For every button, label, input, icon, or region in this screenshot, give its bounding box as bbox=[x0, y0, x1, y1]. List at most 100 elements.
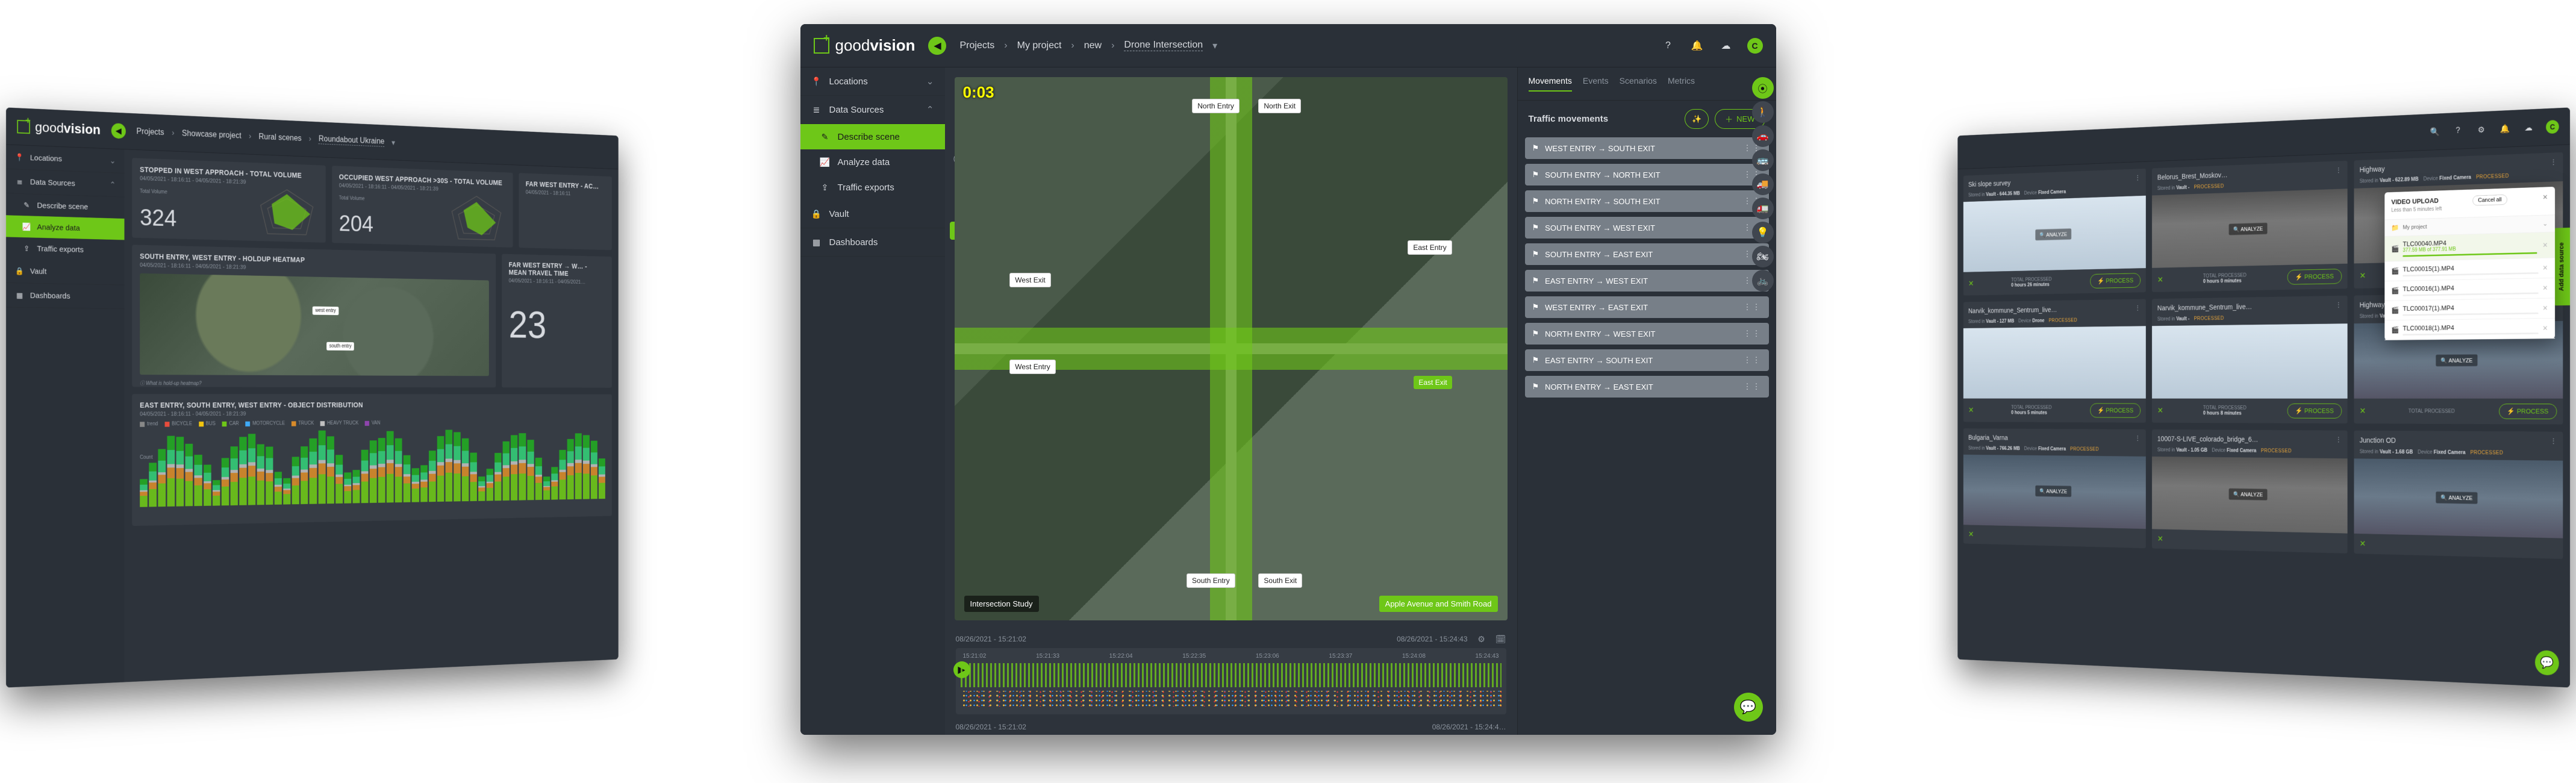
crumb-3[interactable]: Roundabout Ukraine bbox=[319, 135, 384, 147]
filter-bus-icon[interactable]: 🚌 bbox=[1752, 149, 1774, 171]
crumb-projects[interactable]: Projects bbox=[137, 127, 164, 137]
sidebar-vault[interactable]: 🔒Vault bbox=[800, 200, 945, 228]
filter-all-icon[interactable]: ⦿ bbox=[1752, 77, 1774, 99]
movement-item[interactable]: ⚑SOUTH ENTRY → NORTH EXIT⋮⋮ bbox=[1525, 164, 1769, 186]
movement-item[interactable]: ⚑NORTH ENTRY → EAST EXIT⋮⋮ bbox=[1525, 376, 1769, 398]
add-datasource-tab[interactable]: Add data source bbox=[2553, 228, 2570, 305]
sidebar-item-exports[interactable]: ⇪Traffic exports bbox=[800, 175, 945, 200]
analyze-tag[interactable]: 🔍 ANALYZE bbox=[2035, 485, 2071, 497]
movement-item[interactable]: ⚑NORTH ENTRY → SOUTH EXIT⋮⋮ bbox=[1525, 190, 1769, 212]
logo[interactable]: goodvision bbox=[814, 36, 915, 55]
more-icon[interactable]: ⋮ bbox=[2335, 301, 2342, 309]
source-card[interactable]: 10007-S-LIVE_colorado_bridge_6…⋮Stored i… bbox=[2152, 429, 2347, 554]
search-icon[interactable]: 🔍 bbox=[2428, 125, 2441, 139]
lbl-south-entry[interactable]: South Entry bbox=[1187, 573, 1235, 588]
sidebar-item-exports[interactable]: ⇪Traffic exports bbox=[6, 237, 124, 261]
remove-icon[interactable]: ✕ bbox=[1968, 405, 1974, 415]
close-icon[interactable]: ✕ bbox=[2542, 193, 2548, 202]
card-heatmap[interactable]: SOUTH ENTRY, WEST ENTRY - HOLDUP HEATMAP… bbox=[132, 245, 496, 387]
cancel-file-icon[interactable]: ✕ bbox=[2542, 264, 2548, 272]
remove-icon[interactable]: ✕ bbox=[2157, 534, 2163, 544]
cancel-all-button[interactable]: Cancel all bbox=[2472, 195, 2507, 206]
filter-heavy-icon[interactable]: 🚛 bbox=[1752, 198, 1774, 219]
remove-icon[interactable]: ✕ bbox=[2157, 275, 2163, 285]
intersection-viewport[interactable]: 0:03 North Entry North Exit East Entry E… bbox=[955, 77, 1508, 620]
tab-metrics[interactable]: Metrics bbox=[1668, 76, 1695, 92]
movement-item[interactable]: ⚑SOUTH ENTRY → WEST EXIT⋮⋮ bbox=[1525, 217, 1769, 239]
nav-back-button[interactable]: ◀ bbox=[928, 37, 946, 55]
lbl-south-exit[interactable]: South Exit bbox=[1258, 573, 1302, 588]
remove-icon[interactable]: ✕ bbox=[2360, 538, 2366, 549]
avatar[interactable]: C bbox=[2546, 120, 2559, 134]
tab-movements[interactable]: Movements bbox=[1529, 76, 1572, 92]
analyze-tag[interactable]: 🔍 ANALYZE bbox=[2436, 354, 2478, 366]
lbl-west-entry[interactable]: West Entry bbox=[1009, 360, 1055, 374]
sidebar-dashboards[interactable]: ▦Dashboards bbox=[800, 228, 945, 257]
card-stopped-volume[interactable]: STOPPED IN WEST APPROACH - TOTAL VOLUME0… bbox=[132, 158, 325, 243]
card-far-west-ac[interactable]: FAR WEST ENTRY - AC…04/05/2021 - 18:16:1… bbox=[519, 173, 612, 250]
process-button[interactable]: ⚡ PROCESS bbox=[2090, 273, 2141, 289]
filter-person-icon[interactable]: 🚶 bbox=[1752, 101, 1774, 123]
nav-back-button[interactable]: ◀ bbox=[111, 123, 126, 139]
analyze-tag[interactable]: 🔍 ANALYZE bbox=[2229, 223, 2268, 236]
more-icon[interactable]: ⋮ bbox=[2135, 434, 2141, 443]
movement-item[interactable]: ⚑EAST ENTRY → WEST EXIT⋮⋮ bbox=[1525, 270, 1769, 292]
sidebar-item-analyze[interactable]: 📈Analyze data bbox=[800, 149, 945, 175]
sidebar-item-analyze[interactable]: 📈Analyze data bbox=[6, 215, 124, 240]
lbl-east-entry[interactable]: East Entry bbox=[1408, 240, 1452, 255]
filter-light-icon[interactable]: 💡 bbox=[1752, 222, 1774, 243]
wand-button[interactable]: ✨ bbox=[1685, 109, 1709, 129]
chat-bubble[interactable]: 💬 bbox=[2535, 650, 2559, 676]
movement-item[interactable]: ⚑NORTH ENTRY → WEST EXIT⋮⋮ bbox=[1525, 323, 1769, 345]
help-icon[interactable]: ? bbox=[1661, 38, 1676, 54]
remove-icon[interactable]: ✕ bbox=[2360, 406, 2366, 416]
sidebar-locations[interactable]: 📍Locations⌄ bbox=[6, 145, 124, 173]
chat-bubble[interactable]: 💬 bbox=[1734, 693, 1763, 722]
cancel-file-icon[interactable]: ✕ bbox=[2542, 304, 2548, 313]
card-object-distribution[interactable]: EAST ENTRY, SOUTH ENTRY, WEST ENTRY - OB… bbox=[132, 394, 611, 526]
filter-car-icon[interactable]: 🚗 bbox=[1752, 125, 1774, 147]
more-icon[interactable]: ⋮ bbox=[2135, 173, 2141, 182]
movement-item[interactable]: ⚑EAST ENTRY → SOUTH EXIT⋮⋮ bbox=[1525, 349, 1769, 371]
filter-icon[interactable]: ⚙ bbox=[1476, 634, 1487, 644]
filter-truck-icon[interactable]: 🚚 bbox=[1752, 173, 1774, 195]
lbl-north-entry[interactable]: North Entry bbox=[1192, 99, 1240, 113]
more-icon[interactable]: ⋮ bbox=[2135, 304, 2141, 313]
source-card[interactable]: Bulgaria_Varna⋮Stored in Vault - 766.26 … bbox=[1963, 428, 2146, 548]
sidebar-datasources[interactable]: ≣Data Sources⌃ bbox=[6, 169, 124, 198]
movement-item[interactable]: ⚑WEST ENTRY → EAST EXIT⋮⋮ bbox=[1525, 296, 1769, 318]
filter-cycle-icon[interactable]: 🚲 bbox=[1752, 270, 1774, 292]
analyze-tag[interactable]: 🔍 ANALYZE bbox=[2229, 488, 2268, 501]
more-icon[interactable]: ⋮ bbox=[2335, 435, 2342, 444]
source-card[interactable]: Belorus_Brest_Moskov…⋮Stored in Vault - … bbox=[2152, 161, 2347, 292]
remove-icon[interactable]: ✕ bbox=[1968, 279, 1974, 289]
sidebar-dashboards[interactable]: ▦Dashboards bbox=[6, 283, 124, 309]
analyze-tag[interactable]: 🔍 ANALYZE bbox=[2035, 228, 2071, 240]
lbl-east-exit[interactable]: East Exit bbox=[1414, 376, 1452, 389]
process-button[interactable]: ⚡ PROCESS bbox=[2288, 269, 2342, 285]
process-button[interactable]: ⚡ PROCESS bbox=[2288, 404, 2342, 419]
timeline[interactable]: ▶ 15:21:0215:21:3315:22:0415:22:3515:23:… bbox=[956, 648, 1506, 714]
filter-bike-icon[interactable]: 🏍 bbox=[1752, 246, 1774, 267]
remove-icon[interactable]: ✕ bbox=[1968, 529, 1974, 539]
more-icon[interactable]: ⋮ bbox=[2335, 166, 2342, 174]
card-mean-travel[interactable]: FAR WEST ENTRY → W… - MEAN TRAVEL TIME04… bbox=[502, 254, 611, 388]
cancel-file-icon[interactable]: ✕ bbox=[2542, 284, 2548, 292]
source-card[interactable]: Narvik_kommune_Sentrum_live…⋮Stored in V… bbox=[2152, 296, 2347, 423]
logo[interactable]: goodvision bbox=[17, 118, 101, 137]
source-card[interactable]: Narvik_kommune_Sentrum_live…⋮Stored in V… bbox=[1963, 299, 2146, 422]
avatar[interactable]: C bbox=[1747, 38, 1763, 54]
grip-icon[interactable]: ⋮⋮ bbox=[1744, 329, 1762, 338]
tab-scenarios[interactable]: Scenarios bbox=[1620, 76, 1657, 92]
remove-icon[interactable]: ✕ bbox=[2360, 270, 2366, 281]
crumb-2[interactable]: Rural scenes bbox=[258, 133, 301, 143]
remove-icon[interactable]: ✕ bbox=[2157, 406, 2163, 416]
cloud-icon[interactable]: ☁ bbox=[1718, 38, 1734, 54]
sidebar-locations[interactable]: 📍Locations⌄ bbox=[800, 67, 945, 96]
sidebar-vault[interactable]: 🔒Vault bbox=[6, 259, 124, 285]
source-card[interactable]: Junction OD⋮Stored in Vault - 1.68 GBDev… bbox=[2354, 431, 2563, 559]
help-icon[interactable]: ? bbox=[2452, 124, 2465, 138]
bell-icon[interactable]: 🔔 bbox=[1689, 38, 1705, 54]
sidebar-datasources[interactable]: ≣Data Sources⌃ bbox=[800, 96, 945, 124]
process-button[interactable]: ⚡ PROCESS bbox=[2499, 404, 2557, 419]
